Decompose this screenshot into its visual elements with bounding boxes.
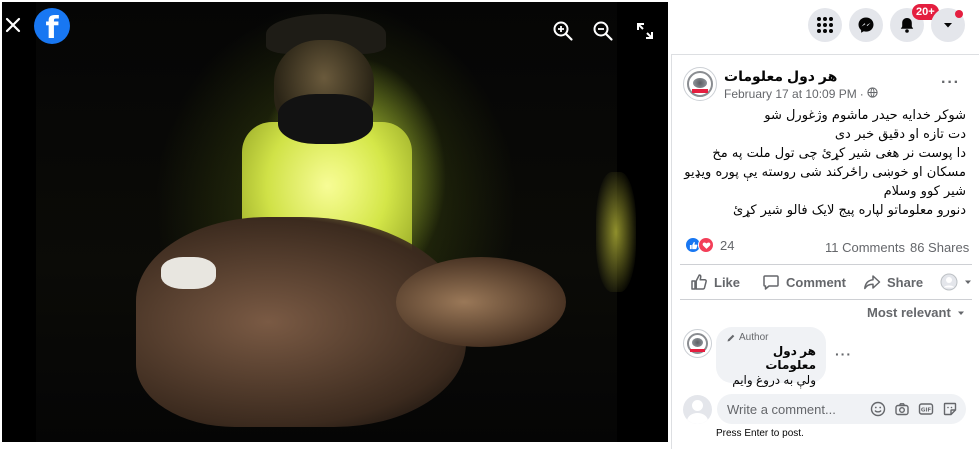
share-icon xyxy=(864,275,881,290)
love-reaction-icon xyxy=(698,237,714,253)
profile-icon xyxy=(940,273,958,291)
page-avatar[interactable] xyxy=(683,67,717,101)
reactions-summary[interactable]: 24 xyxy=(685,237,734,253)
post-text: شوکر خدایه حیدر ماشوم وژغورل شو دت تازه … xyxy=(680,106,966,220)
post-text-line: شوکر خدایه حیدر ماشوم وژغورل شو xyxy=(764,108,966,123)
like-label: Like xyxy=(714,274,741,290)
react-as-selector[interactable] xyxy=(940,265,972,299)
post-text-line: دا پوست نر هغی شیر کړئ چی تول ملت په مخ xyxy=(712,146,966,161)
comments-count-link[interactable]: 11 Comments xyxy=(825,240,905,255)
share-label: Share xyxy=(887,274,924,290)
facebook-photo-viewer: f 20+ هر دول معلومات February 17 at 10:0… xyxy=(0,0,979,449)
comment-text: ولې به دروغ وایم xyxy=(732,373,816,387)
comment-options-button[interactable]: ··· xyxy=(835,346,852,362)
meta-separator: · xyxy=(859,87,864,101)
share-button[interactable]: Share xyxy=(863,265,923,299)
photo-viewer: f xyxy=(0,0,670,449)
globe-icon xyxy=(867,87,878,101)
post-date[interactable]: February 17 at 10:09 PM xyxy=(724,87,857,101)
my-avatar[interactable] xyxy=(683,395,712,424)
fullscreen-icon[interactable] xyxy=(634,20,656,42)
commenter-avatar[interactable] xyxy=(683,329,712,358)
close-icon[interactable] xyxy=(2,14,24,36)
zoom-out-icon[interactable] xyxy=(592,20,614,42)
author-badge: Author xyxy=(726,332,816,343)
author-badge-label: Author xyxy=(739,332,769,343)
messenger-icon[interactable] xyxy=(849,8,883,42)
zoom-in-icon[interactable] xyxy=(552,20,574,42)
post-actions-bar: Like Comment Share xyxy=(680,264,972,300)
post-text-line: دت تازه او دقیق خبر دی xyxy=(834,127,966,142)
comment-input-placeholder: Write a comment... xyxy=(727,402,836,417)
grid-menu-icon[interactable] xyxy=(808,8,842,42)
post-text-line: مسکان او خوښی راځرکند شی روسته یې پوره و… xyxy=(684,165,966,180)
post-author-name[interactable]: هر دول معلومات xyxy=(724,68,837,85)
post-text-line: دنورو معلوماتو لپاره پیج لایک فالو شیر ک… xyxy=(732,203,966,218)
post-text-line: شیر کوو وسلام xyxy=(883,184,966,199)
post-options-button[interactable]: ··· xyxy=(941,74,960,92)
comment-button[interactable]: Comment xyxy=(762,265,846,299)
press-enter-hint: Press Enter to post. xyxy=(716,428,804,439)
gif-icon[interactable]: GIF xyxy=(918,401,934,417)
sort-comments-dropdown[interactable]: Most relevant xyxy=(867,305,966,320)
comment-label: Comment xyxy=(786,274,846,290)
post-meta: February 17 at 10:09 PM · xyxy=(724,87,878,101)
emoji-icon[interactable] xyxy=(870,401,886,417)
comment-author-name[interactable]: هر دول معلومات xyxy=(726,344,816,372)
sticker-icon[interactable] xyxy=(942,401,958,417)
post-photo[interactable] xyxy=(36,2,636,442)
caret-down-sort-icon xyxy=(957,311,964,315)
shares-count-link[interactable]: 86 Shares xyxy=(910,240,969,255)
pencil-icon xyxy=(727,334,735,341)
comment-input[interactable]: Write a comment... GIF xyxy=(717,394,966,424)
post-stats: 11 Comments 86 Shares xyxy=(825,240,969,255)
comment-bubble: Author هر دول معلومات ولې به دروغ وایم xyxy=(716,327,826,387)
like-icon xyxy=(691,274,707,290)
camera-icon[interactable] xyxy=(894,401,910,417)
account-alert-dot xyxy=(955,10,963,18)
like-button[interactable]: Like xyxy=(690,265,740,299)
reactions-count: 24 xyxy=(720,237,735,253)
facebook-logo-icon[interactable]: f xyxy=(34,8,70,44)
sort-label: Most relevant xyxy=(867,305,951,320)
svg-text:GIF: GIF xyxy=(921,408,932,414)
caret-down-small-icon xyxy=(965,280,971,284)
photo-stage xyxy=(2,2,668,442)
comment-icon xyxy=(763,275,779,290)
